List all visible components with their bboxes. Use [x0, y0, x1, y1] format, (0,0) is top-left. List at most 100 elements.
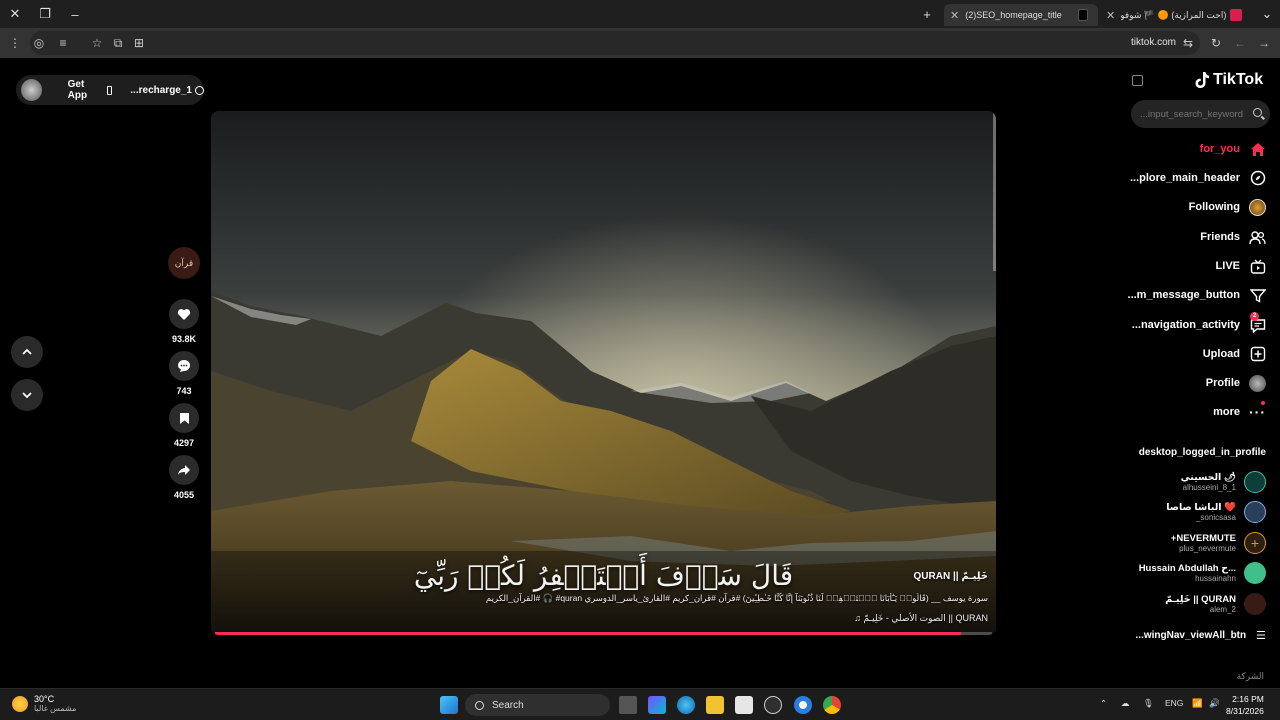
copilot-icon[interactable]: [648, 696, 666, 714]
site-settings-icon[interactable]: ⇆: [1179, 34, 1197, 52]
file-explorer-icon[interactable]: [706, 696, 724, 714]
account-name: الحسيني 🌶: [1180, 472, 1236, 483]
weather-text: مشمس غالبا: [34, 704, 77, 713]
nav-explore[interactable]: ...plore_main_header: [1120, 167, 1266, 189]
phone-icon: [107, 85, 113, 95]
tune-icon[interactable]: ≡: [54, 34, 72, 52]
nav-label: Friends: [1200, 231, 1240, 243]
creator-avatar[interactable]: قرآن: [168, 247, 200, 279]
followed-account[interactable]: +NEVERMUTE plus_nevermute +: [1110, 530, 1266, 556]
nav-for-you[interactable]: for_you: [1120, 138, 1266, 160]
search-icon[interactable]: [1253, 108, 1262, 117]
weather-widget[interactable]: 30°C مشمس غالبا: [12, 694, 76, 713]
address-bar[interactable]: [30, 31, 1200, 55]
video-progress-bar[interactable]: [215, 632, 992, 635]
get-app-button[interactable]: Get App: [68, 79, 113, 101]
video-sound-link[interactable]: QURAN || الصوت الأصلي - خَلِيـمّ ♫: [854, 613, 988, 624]
share-count: 4055: [173, 490, 195, 500]
search-box[interactable]: [1131, 100, 1270, 128]
like-count: 93.8K: [171, 334, 197, 344]
save-button[interactable]: 4297: [167, 403, 201, 448]
friends-icon: [1249, 229, 1266, 246]
settings-gear-icon[interactable]: [764, 696, 782, 714]
sun-icon: [12, 695, 28, 712]
view-all-following-button[interactable]: ...wingNav_viewAll_btn ☰: [1120, 626, 1266, 644]
tab-second[interactable]: ✕ (احت المرازية) 🟠 🏴 شوفو حـ: [1100, 4, 1252, 26]
tab-seo-homepage[interactable]: ✕ (2)SEO_homepage_title: [944, 4, 1098, 26]
store-icon[interactable]: [735, 696, 753, 714]
nav-more[interactable]: more ···: [1120, 400, 1266, 423]
close-tab-icon[interactable]: ✕: [950, 9, 959, 22]
back-icon[interactable]: ←: [1231, 34, 1249, 52]
share-icon[interactable]: ⧉: [109, 34, 127, 52]
windows-taskbar: 30°C مشمس غالبا Search ⌃ ☁ 🎙 ENG 📶 🔊 2:1…: [0, 688, 1280, 720]
account-name: +NEVERMUTE: [1170, 533, 1236, 544]
collapse-sidebar-icon[interactable]: [1132, 75, 1143, 86]
network-icon[interactable]: ☁: [1121, 698, 1130, 709]
share-button[interactable]: 4055: [167, 455, 201, 500]
app-icon[interactable]: [794, 696, 812, 714]
restore-window-icon[interactable]: ❐: [34, 4, 56, 24]
recharge-button[interactable]: ...recharge_1: [130, 85, 204, 96]
account-handle: alem_2: [1209, 605, 1236, 614]
followed-account[interactable]: Hussain Abdullah ح... hussainahn: [1110, 560, 1266, 586]
reload-icon[interactable]: ↻: [1207, 34, 1225, 52]
nav-activity[interactable]: ...navigation_activity 2: [1120, 311, 1266, 336]
logo-text: TikTok: [1213, 71, 1264, 88]
nav-upload[interactable]: Upload: [1120, 343, 1266, 365]
video-progress-fill: [215, 632, 961, 635]
tab-title: (احت المرازية) 🟠 🏴 شوفو حـ: [1121, 9, 1227, 20]
tiktok-favicon-icon: [1077, 9, 1088, 21]
avatar: [1244, 501, 1266, 523]
close-window-icon[interactable]: ✕: [4, 4, 26, 24]
previous-video-button[interactable]: [11, 336, 43, 368]
followed-account[interactable]: الحسيني 🌶 alhusseini_8_1: [1110, 469, 1266, 495]
list-icon: ☰: [1256, 629, 1266, 642]
nav-messages[interactable]: ...m_message_button: [1120, 284, 1266, 306]
search-input[interactable]: [1140, 106, 1248, 122]
microphone-icon[interactable]: 🎙: [1143, 698, 1154, 709]
following-accounts-header: desktop_logged_in_profile: [1138, 447, 1266, 458]
tray-expand-icon[interactable]: ⌃: [1100, 698, 1107, 709]
tab-search-icon[interactable]: ⌄: [1256, 4, 1278, 24]
edge-browser-icon[interactable]: [677, 696, 695, 714]
browser-toolbar: ⋮ ◎ ≡ ☆ ⧉ ⊞ ⇆ ↻ ← →: [0, 28, 1280, 58]
next-video-button[interactable]: [11, 379, 43, 411]
chrome-browser-icon[interactable]: [823, 696, 841, 714]
nav-friends[interactable]: Friends: [1120, 226, 1266, 248]
avatar[interactable]: [21, 79, 42, 101]
like-button[interactable]: 93.8K: [167, 299, 201, 344]
video-author-link[interactable]: خَلِيـمّ || QURAN: [914, 571, 988, 582]
bookmark-star-icon[interactable]: ☆: [88, 34, 106, 52]
menu-icon[interactable]: ⋮: [6, 34, 24, 52]
extension-icon[interactable]: ◎: [30, 34, 48, 52]
new-tab-icon[interactable]: +: [916, 4, 938, 24]
video-player[interactable]: قَالَ سَوۡفَ أَسۡتَغۡفِرُ لَكُمۡ رَبِّيٓ…: [211, 111, 996, 635]
comment-button[interactable]: 743: [167, 351, 201, 396]
get-app-label: Get App: [67, 79, 88, 101]
system-clock[interactable]: 2:16 PM 8/31/2026: [1226, 693, 1264, 717]
minimize-window-icon[interactable]: –: [64, 4, 86, 24]
task-view-icon[interactable]: [619, 696, 637, 714]
volume-icon[interactable]: 🔊: [1209, 698, 1220, 709]
followed-account[interactable]: الباشا صاصا ❤️ _sonicsasa: [1110, 499, 1266, 525]
video-scrollbar[interactable]: [993, 111, 996, 271]
tiktok-logo[interactable]: TikTok: [1194, 71, 1263, 89]
message-icon: [1249, 287, 1266, 304]
taskbar-search[interactable]: Search: [465, 694, 610, 716]
windows-start-icon[interactable]: [440, 696, 458, 714]
video-description: سورة يوسف __ (قَالُوا۟ يَـٰٓأَبَانَا ٱسۡ…: [485, 593, 988, 603]
url-text[interactable]: tiktok.com: [1131, 37, 1176, 48]
close-tab-icon[interactable]: ✕: [1106, 9, 1115, 22]
heart-icon: [177, 308, 191, 320]
company-link[interactable]: الشركة: [1200, 671, 1264, 682]
wifi-icon[interactable]: 📶: [1192, 698, 1203, 709]
install-app-icon[interactable]: ⊞: [130, 34, 148, 52]
language-indicator[interactable]: ENG: [1165, 698, 1183, 708]
followed-account[interactable]: خَلِيـمّ || QURAN alem_2: [1110, 591, 1266, 617]
nav-live[interactable]: LIVE: [1120, 255, 1266, 277]
forward-icon[interactable]: →: [1255, 34, 1273, 52]
nav-profile[interactable]: Profile: [1120, 372, 1266, 394]
nav-following[interactable]: Following: [1120, 196, 1266, 218]
clock-time: 2:16 PM: [1232, 694, 1264, 704]
